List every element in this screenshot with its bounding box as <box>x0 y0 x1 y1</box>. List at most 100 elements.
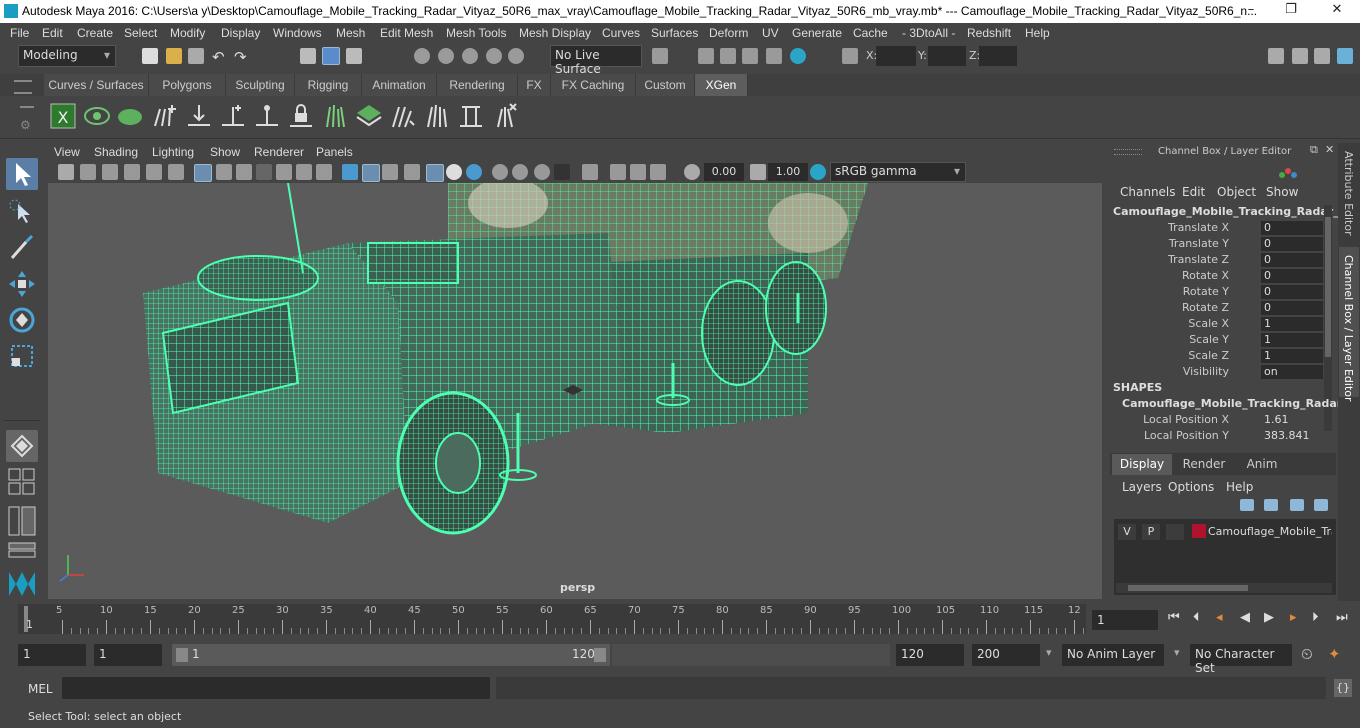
attr-value[interactable]: 1 <box>1261 333 1323 347</box>
layer-menu-options[interactable]: Options <box>1168 480 1214 494</box>
layer-menu-layers[interactable]: Layers <box>1122 480 1162 494</box>
rotate-tool-icon[interactable] <box>6 304 38 336</box>
menu-edit[interactable]: Edit <box>42 26 63 40</box>
save-scene-icon[interactable] <box>188 48 204 64</box>
x-coord-field[interactable] <box>876 46 916 66</box>
attr-value[interactable]: 1 <box>1261 317 1323 331</box>
xgen-guide-tool-icon[interactable] <box>218 101 248 131</box>
move-tool-icon[interactable] <box>6 268 38 300</box>
auto-key-icon[interactable]: ⏲ <box>1301 645 1313 663</box>
resolution-gate-icon[interactable] <box>236 164 252 180</box>
animation-preferences-icon[interactable]: ✦ <box>1328 645 1341 663</box>
maya-home-icon[interactable] <box>6 568 38 598</box>
object-name[interactable]: Camouflage_Mobile_Tracking_Radar_... <box>1113 205 1351 218</box>
attr-value[interactable]: 1 <box>1261 349 1323 363</box>
play-backwards-icon[interactable]: ◀ <box>1240 610 1250 625</box>
go-to-start-icon[interactable]: ⏮ <box>1168 610 1180 625</box>
cb-menu-edit[interactable]: Edit <box>1182 185 1205 199</box>
ipr-render-icon[interactable] <box>742 48 758 64</box>
menu-modify[interactable]: Modify <box>170 26 205 40</box>
chevron-down-icon[interactable]: ▾ <box>1046 646 1052 659</box>
exposure-field[interactable]: 0.00 <box>704 163 744 181</box>
hypershade-icon[interactable] <box>790 48 806 64</box>
viewport-menu-panels[interactable]: Panels <box>316 145 353 159</box>
perspective-viewport[interactable]: persp <box>48 183 1102 599</box>
step-forward-key-icon[interactable]: ▸ <box>1290 610 1297 625</box>
tab-polygons[interactable]: Polygons <box>149 74 226 96</box>
attr-row-rotate-x[interactable]: Rotate X 0 <box>1106 269 1336 285</box>
xgen-lock-guide-icon[interactable] <box>286 101 316 131</box>
script-editor-icon[interactable]: {} <box>1334 679 1352 697</box>
persp-graph-layout-icon[interactable] <box>8 542 36 558</box>
cb-menu-object[interactable]: Object <box>1217 185 1256 199</box>
menu-redshift[interactable]: Redshift <box>967 26 1011 40</box>
new-layer-from-selected-icon[interactable] <box>1264 499 1278 511</box>
xgen-create-description-icon[interactable] <box>116 101 146 131</box>
open-scene-icon[interactable] <box>166 48 182 64</box>
select-tool-icon[interactable] <box>6 158 38 190</box>
new-layer-icon[interactable] <box>1240 499 1254 511</box>
lasso-tool-icon[interactable] <box>6 196 38 228</box>
field-chart-icon[interactable] <box>276 164 292 180</box>
render-view-icon[interactable] <box>698 48 714 64</box>
select-object-icon[interactable] <box>322 47 340 65</box>
color-management-icon[interactable] <box>810 164 826 180</box>
scene-start-field[interactable]: 1 <box>18 644 86 666</box>
go-to-end-icon[interactable]: ⏭ <box>1336 610 1348 625</box>
film-gate-icon[interactable] <box>216 164 232 180</box>
range-end-handle[interactable] <box>594 648 606 662</box>
menu-edit-mesh[interactable]: Edit Mesh <box>380 26 433 40</box>
menu-surfaces[interactable]: Surfaces <box>651 26 698 40</box>
undo-icon[interactable]: ↶ <box>212 48 228 66</box>
tab-curves-surfaces[interactable]: Curves / Surfaces <box>44 74 149 96</box>
attr-value[interactable]: 0 <box>1261 237 1323 251</box>
command-language-label[interactable]: MEL <box>28 682 53 696</box>
layer-name[interactable]: Camouflage_Mobile_Trac <box>1208 525 1332 538</box>
channel-box-toggle-icon[interactable] <box>1337 48 1353 64</box>
attr-value[interactable]: 383.841 <box>1261 429 1323 443</box>
cb-menu-channels[interactable]: Channels <box>1120 185 1176 199</box>
xgen-grass-icon[interactable] <box>320 101 350 131</box>
wireframe-on-shaded-icon[interactable] <box>404 164 420 180</box>
color-space-dropdown[interactable]: sRGB gamma ▾ <box>830 162 966 182</box>
step-back-frame-icon[interactable]: ⏴ <box>1193 610 1200 625</box>
restore-button[interactable]: ❐ <box>1276 2 1306 20</box>
attr-row-local-position-y[interactable]: Local Position Y 383.841 <box>1106 429 1336 445</box>
scale-tool-icon[interactable] <box>6 340 38 372</box>
attr-value[interactable]: 0 <box>1261 221 1323 235</box>
menu-3dtoall[interactable]: - 3DtoAll - <box>902 26 955 40</box>
close-panel-icon[interactable]: ✕ <box>1325 143 1334 156</box>
tab-channel-box-layer-editor[interactable]: Channel Box / Layer Editor <box>1342 255 1355 402</box>
modeling-toolkit-icon[interactable] <box>1292 48 1308 64</box>
attr-row-local-position-x[interactable]: Local Position X 1.61 <box>1106 413 1336 429</box>
viewport-menu-shading[interactable]: Shading <box>94 145 138 159</box>
shelf-settings-icon[interactable]: ⚙ <box>20 118 31 132</box>
shape-name[interactable]: Camouflage_Mobile_Tracking_Radar... <box>1122 397 1353 410</box>
render-current-icon[interactable] <box>720 48 736 64</box>
xgen-interactive-groom-icon[interactable] <box>422 101 452 131</box>
grid-toggle-icon[interactable] <box>194 164 212 182</box>
menu-curves[interactable]: Curves <box>602 26 640 40</box>
2d-pan-zoom-icon[interactable] <box>146 164 162 180</box>
menu-select[interactable]: Select <box>124 26 157 40</box>
gamma-icon[interactable] <box>750 164 766 180</box>
attr-value[interactable]: 0 <box>1261 253 1323 267</box>
attr-value[interactable]: 1.61 <box>1261 413 1323 427</box>
attr-row-visibility[interactable]: Visibility on <box>1106 365 1336 381</box>
menu-help[interactable]: Help <box>1025 26 1050 40</box>
exposure-icon[interactable] <box>684 164 700 180</box>
xgen-cut-icon[interactable] <box>456 101 486 131</box>
scrollbar-thumb[interactable] <box>1325 217 1331 357</box>
tab-display-layers[interactable]: Display <box>1112 454 1172 475</box>
command-input[interactable] <box>62 677 490 699</box>
playback-start-field[interactable]: 1 <box>94 644 162 666</box>
shelf-collapse-icon[interactable] <box>20 106 34 108</box>
xgen-preview-icon[interactable] <box>82 101 112 131</box>
close-button[interactable]: ✕ <box>1322 2 1352 20</box>
snap-curve-icon[interactable] <box>438 48 454 64</box>
tab-fx-caching[interactable]: FX Caching <box>551 74 636 96</box>
xray-components-icon[interactable] <box>650 164 666 180</box>
anim-layer-dropdown[interactable]: No Anim Layer <box>1062 644 1164 666</box>
attribute-editor-toggle-icon[interactable] <box>1314 48 1330 64</box>
safe-action-icon[interactable] <box>296 164 312 180</box>
